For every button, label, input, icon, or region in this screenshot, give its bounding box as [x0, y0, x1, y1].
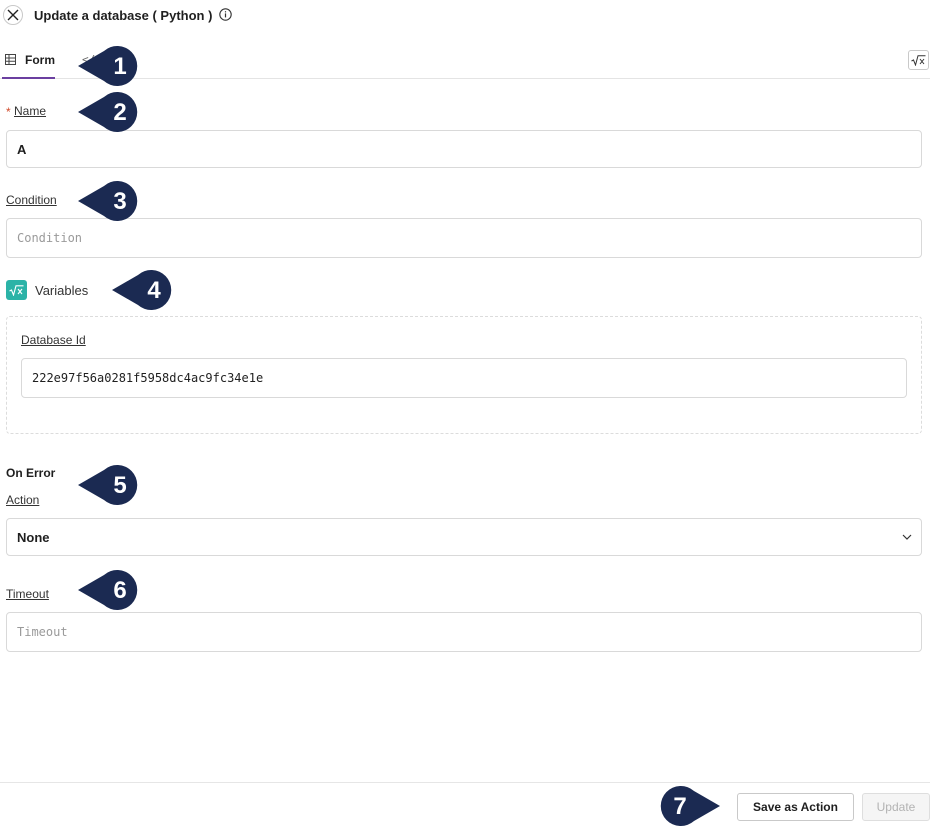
callout-marker-5: 5: [78, 465, 142, 505]
footer-bar: Save as Action Update: [0, 782, 930, 830]
save-as-action-button[interactable]: Save as Action: [737, 793, 854, 821]
name-label: Name: [14, 104, 47, 118]
name-value: A: [17, 141, 27, 157]
callout-marker-6: 6: [78, 570, 142, 610]
variables-label: Variables: [35, 283, 89, 298]
callout-number: 4: [147, 277, 161, 304]
name-input[interactable]: A: [6, 130, 922, 168]
timeout-input[interactable]: Timeout: [6, 612, 922, 652]
callout-number: 6: [113, 577, 127, 604]
close-button[interactable]: [3, 5, 23, 25]
sqrt-x-icon: [9, 284, 24, 296]
callout-number: 3: [113, 188, 127, 215]
condition-input[interactable]: Condition: [6, 218, 922, 258]
variables-panel: Database Id 222e97f56a0281f5958dc4ac9fc3…: [6, 316, 922, 434]
database-id-input[interactable]: 222e97f56a0281f5958dc4ac9fc34e1e: [21, 358, 907, 398]
tab-form-label: Form: [25, 53, 55, 67]
action-selected-value: None: [17, 529, 50, 545]
condition-label: Condition: [6, 193, 57, 207]
callout-marker-1: 1: [78, 46, 142, 86]
callout-number: 7: [673, 793, 687, 820]
callout-number: 1: [113, 53, 127, 80]
required-mark: *: [6, 105, 11, 119]
tab-form[interactable]: Form: [2, 44, 55, 79]
callout-number: 5: [113, 472, 127, 499]
condition-placeholder: Condition: [17, 231, 83, 245]
timeout-label: Timeout: [6, 587, 49, 601]
callout-marker-4: 4: [112, 270, 176, 310]
callout-number: 2: [113, 99, 127, 126]
sqrt-x-icon: [911, 54, 926, 66]
page-title: Update a database ( Python ): [34, 8, 213, 23]
database-id-value: 222e97f56a0281f5958dc4ac9fc34e1e: [32, 371, 264, 385]
variables-toggle[interactable]: [6, 280, 27, 300]
info-icon[interactable]: [219, 8, 232, 21]
close-icon: [7, 9, 19, 21]
action-select[interactable]: None: [6, 518, 922, 556]
callout-marker-3: 3: [78, 181, 142, 221]
action-label: Action: [6, 493, 40, 507]
callout-marker-2: 2: [78, 92, 142, 132]
table-grid-icon: [5, 54, 16, 65]
update-button[interactable]: Update: [862, 793, 930, 821]
on-error-heading: On Error: [6, 466, 56, 480]
callout-marker-7: 7: [656, 786, 720, 826]
database-id-label: Database Id: [21, 333, 86, 347]
chevron-down-icon: [902, 534, 912, 540]
variables-toggle-button[interactable]: [908, 50, 929, 70]
timeout-placeholder: Timeout: [17, 625, 68, 639]
